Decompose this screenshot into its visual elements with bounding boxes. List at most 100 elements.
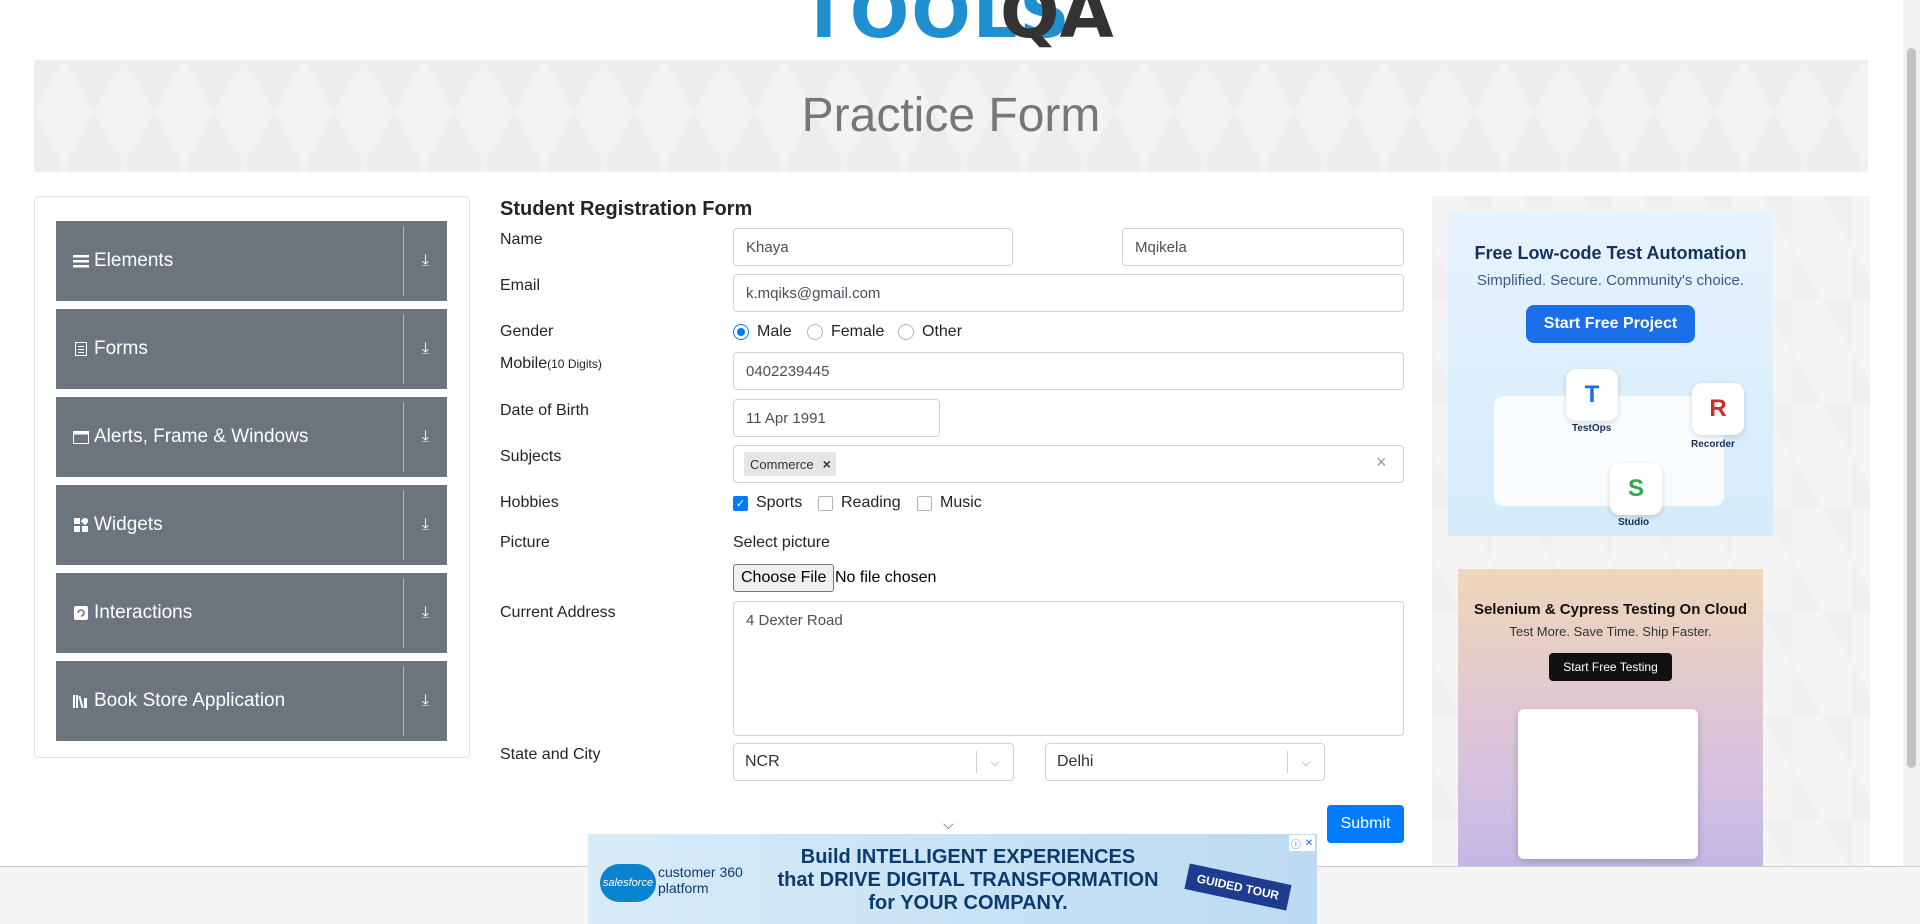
checkbox-box[interactable] — [818, 495, 833, 511]
recorder-icon: R — [1692, 383, 1744, 435]
ad-headline-line: for YOUR COMPANY. — [868, 892, 1068, 914]
hobby-reading-checkbox[interactable]: Reading — [818, 494, 901, 512]
studio-icon: S — [1610, 463, 1662, 515]
chevron-down-icon[interactable]: ⌵ — [1288, 755, 1324, 770]
picture-label: Picture — [500, 534, 550, 551]
sidebar-group-label: Elements — [94, 250, 174, 271]
ad-choices-icon[interactable]: ⓘ ✕ — [1289, 835, 1315, 851]
download-arrow-icon: ⤓ — [421, 428, 430, 445]
mobile-hint: (10 Digits) — [547, 357, 602, 371]
toolsqa-logo[interactable]: TOOLS QA — [800, 0, 1120, 50]
last-name-input[interactable]: Mqikela — [1122, 228, 1404, 266]
hobbies-label: Hobbies — [500, 494, 559, 511]
hobby-music-checkbox[interactable]: Music — [917, 494, 982, 512]
window-icon — [72, 428, 90, 446]
checkbox-label: Music — [940, 494, 982, 511]
hobby-sports-checkbox[interactable]: ✓ Sports — [733, 494, 802, 512]
recorder-caption: Recorder — [1691, 439, 1735, 450]
download-arrow-icon: ⤓ — [421, 252, 430, 269]
state-select[interactable]: NCR ⌵ — [733, 743, 1014, 781]
chip-remove-icon[interactable]: × — [820, 456, 834, 472]
first-name-input[interactable]: Khaya — [733, 228, 1013, 266]
dob-label: Date of Birth — [500, 402, 589, 419]
studio-caption: Studio — [1618, 517, 1650, 528]
ad-platform-text: customer 360 platform — [658, 864, 743, 896]
radio-label: Other — [922, 323, 963, 340]
email-label: Email — [500, 277, 541, 294]
salesforce-logo: salesforce — [600, 864, 656, 902]
choose-file-button[interactable]: Choose File — [733, 564, 835, 592]
katalon-ad[interactable]: Free Low-code Test Automation Simplified… — [1448, 211, 1773, 536]
testops-caption: TestOps — [1572, 423, 1612, 434]
ad-title: Free Low-code Test Automation — [1474, 243, 1747, 263]
date-of-birth-input[interactable]: 11 Apr 1991 — [733, 399, 940, 437]
subject-chip: Commerce × — [744, 452, 836, 476]
sidebar-group-label: Book Store Application — [94, 690, 286, 711]
sidebar-group-label: Widgets — [94, 514, 163, 535]
scrollbar-thumb[interactable] — [1907, 48, 1916, 768]
page-title: Practice Form — [801, 89, 1101, 142]
city-select[interactable]: Delhi ⌵ — [1045, 743, 1325, 781]
ad-title: Selenium & Cypress Testing On Cloud — [1473, 601, 1748, 618]
sidebar-group-alerts[interactable]: Alerts, Frame & Windows ⤓ — [56, 397, 447, 477]
lambdatest-ad[interactable]: Selenium & Cypress Testing On Cloud Test… — [1458, 569, 1763, 909]
select-picture-label: Select picture — [733, 534, 830, 551]
sidebar-group-book-store[interactable]: Book Store Application ⤓ — [56, 661, 447, 741]
chevron-down-icon[interactable]: ⌵ — [943, 816, 954, 833]
mobile-label-text: Mobile — [500, 355, 548, 372]
sidebar-group-elements[interactable]: Elements ⤓ — [56, 221, 447, 301]
clear-subjects-icon[interactable]: × — [1376, 452, 1387, 473]
gender-other-radio[interactable]: Other — [898, 323, 962, 341]
checkbox-label: Sports — [756, 494, 803, 511]
guided-tour-badge: GUIDED TOUR — [1184, 863, 1292, 911]
no-file-text: No file chosen — [835, 569, 937, 586]
testops-icon: T — [1566, 369, 1618, 421]
email-input[interactable]: k.mqiks@gmail.com — [733, 274, 1404, 312]
checkmark-icon[interactable]: ✓ — [733, 495, 748, 511]
gender-male-radio[interactable]: Male — [733, 323, 792, 341]
mobile-label: Mobile(10 Digits) — [500, 355, 602, 373]
submit-button[interactable]: Submit — [1327, 805, 1404, 843]
ad-headline-line: Build INTELLIGENT EXPERIENCES — [800, 846, 1136, 868]
sidebar-group-forms[interactable]: Forms ⤓ — [56, 309, 447, 389]
state-city-label: State and City — [500, 746, 601, 763]
radio-label: Female — [831, 323, 885, 340]
sidebar-group-interactions[interactable]: Interactions ⤓ — [56, 573, 447, 653]
books-icon — [72, 692, 90, 710]
state-value: NCR — [745, 753, 780, 770]
radio-circle[interactable] — [807, 324, 823, 340]
subject-chip-label: Commerce — [750, 456, 814, 472]
gender-label: Gender — [500, 323, 554, 340]
ad-subtitle: Test More. Save Time. Ship Faster. — [1509, 624, 1712, 639]
start-free-project-button[interactable]: Start Free Project — [1525, 305, 1696, 343]
download-arrow-icon: ⤓ — [421, 692, 430, 709]
page-banner: Practice Form — [34, 60, 1868, 172]
mobile-input[interactable]: 0402239445 — [733, 352, 1404, 390]
name-label: Name — [500, 231, 543, 248]
radio-circle[interactable] — [733, 324, 749, 340]
gender-female-radio[interactable]: Female — [807, 323, 884, 341]
chevron-down-icon[interactable]: ⌵ — [977, 755, 1013, 770]
current-address-textarea[interactable]: 4 Dexter Road — [733, 601, 1404, 736]
sidebar-group-label: Alerts, Frame & Windows — [94, 426, 309, 447]
menu-icon — [72, 252, 90, 270]
sidebar: Elements ⤓ Forms ⤓ Alerts, Frame & Windo… — [34, 196, 470, 758]
radio-label: Male — [757, 323, 792, 340]
current-address-label: Current Address — [500, 604, 616, 621]
form-title: Student Registration Form — [500, 198, 753, 220]
logo-qa: QA — [1000, 0, 1114, 54]
download-arrow-icon: ⤓ — [421, 340, 430, 357]
salesforce-ad[interactable]: salesforce customer 360 platform Build I… — [588, 834, 1317, 924]
checkbox-box[interactable] — [917, 495, 932, 511]
document-icon — [72, 340, 90, 358]
subjects-label: Subjects — [500, 448, 562, 465]
download-arrow-icon: ⤓ — [421, 604, 430, 621]
start-free-testing-button[interactable]: Start Free Testing — [1549, 653, 1672, 681]
radio-circle[interactable] — [898, 324, 914, 340]
ad-screenshot-illustration — [1518, 709, 1698, 859]
city-value: Delhi — [1057, 753, 1094, 770]
checkbox-label: Reading — [841, 494, 901, 511]
sidebar-group-label: Forms — [94, 338, 148, 359]
sidebar-group-widgets[interactable]: Widgets ⤓ — [56, 485, 447, 565]
ad-headline-line: that DRIVE DIGITAL TRANSFORMATION — [777, 869, 1159, 891]
